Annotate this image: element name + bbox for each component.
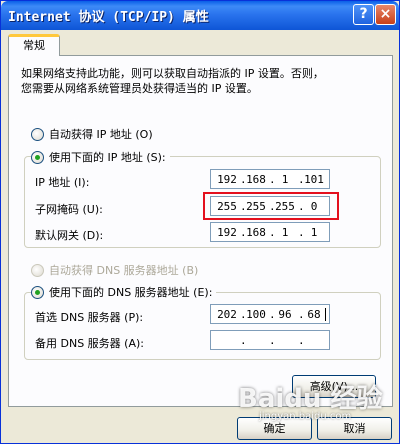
- alternate-dns-input[interactable]: . . .: [210, 330, 330, 350]
- pdns-octet-1: 202: [217, 308, 237, 321]
- ip-dot: .: [298, 334, 305, 347]
- gateway-octet-2: 168: [246, 226, 266, 239]
- default-gateway-input[interactable]: 192 . 168 . 1 . 1: [210, 222, 330, 242]
- ip-octet-2: 168: [246, 173, 266, 186]
- ip-octet-1: 192: [217, 173, 237, 186]
- title-bar[interactable]: Internet 协议 (TCP/IP) 属性 ? ×: [1, 1, 399, 30]
- auto-ip-label: 自动获得 IP 地址 (O): [49, 128, 153, 141]
- tcpip-properties-dialog: Internet 协议 (TCP/IP) 属性 ? × 常规 如果网络支持此功能…: [0, 0, 400, 444]
- subnet-mask-label: 子网掩码 (U):: [35, 203, 103, 216]
- default-gateway-label: 默认网关 (D):: [35, 229, 104, 242]
- general-tab-panel: 如果网络支持此功能，则可以获取自动指派的 IP 设置。否则， 您需要从网络系统管…: [8, 55, 393, 407]
- window-title: Internet 协议 (TCP/IP) 属性: [8, 10, 209, 25]
- ip-octet-4: 101: [304, 173, 324, 186]
- ip-dot: .: [240, 334, 247, 347]
- pdns-octet-2: 100: [246, 308, 266, 321]
- tab-general[interactable]: 常规: [8, 34, 60, 56]
- ip-address-input[interactable]: 192 . 168 . 1 . 101: [210, 169, 330, 189]
- auto-ip-radio[interactable]: [31, 127, 44, 141]
- manual-dns-option[interactable]: 使用下面的 DNS 服务器地址 (E):: [31, 284, 217, 300]
- auto-dns-label: 自动获得 DNS 服务器地址 (B): [49, 264, 199, 277]
- text-caret: [325, 308, 326, 321]
- gateway-octet-1: 192: [217, 226, 237, 239]
- close-button[interactable]: ×: [375, 4, 396, 25]
- preferred-dns-label: 首选 DNS 服务器 (P):: [35, 311, 144, 324]
- help-button[interactable]: ?: [353, 4, 374, 25]
- gateway-octet-3: 1: [281, 226, 289, 239]
- manual-ip-radio[interactable]: [31, 150, 44, 164]
- preferred-dns-input[interactable]: 202 . 100 . 96 . 68: [210, 304, 330, 324]
- auto-ip-option[interactable]: 自动获得 IP 地址 (O): [31, 126, 153, 142]
- ip-octet-3: 1: [281, 173, 289, 186]
- manual-ip-option[interactable]: 使用下面的 IP 地址 (S):: [31, 149, 170, 165]
- pdns-octet-4: 68: [307, 308, 321, 321]
- manual-ip-label: 使用下面的 IP 地址 (S):: [49, 151, 166, 164]
- subnet-mask-highlight-box: [203, 192, 339, 220]
- watermark-url: jingyan.baidu.com: [259, 411, 352, 422]
- description-text: 如果网络支持此功能，则可以获取自动指派的 IP 设置。否则， 您需要从网络系统管…: [21, 67, 324, 95]
- alternate-dns-label: 备用 DNS 服务器 (A):: [35, 337, 144, 350]
- manual-dns-radio[interactable]: [31, 285, 44, 299]
- manual-dns-label: 使用下面的 DNS 服务器地址 (E):: [49, 286, 213, 299]
- gateway-octet-4: 1: [310, 226, 318, 239]
- baidu-jingyan-watermark: Baidu 经验: [238, 384, 383, 414]
- ip-address-label: IP 地址 (I):: [35, 176, 90, 189]
- auto-dns-option[interactable]: 自动获得 DNS 服务器地址 (B): [31, 262, 198, 278]
- pdns-octet-3: 96: [278, 308, 292, 321]
- ip-dot: .: [269, 334, 276, 347]
- auto-dns-radio[interactable]: [31, 263, 44, 277]
